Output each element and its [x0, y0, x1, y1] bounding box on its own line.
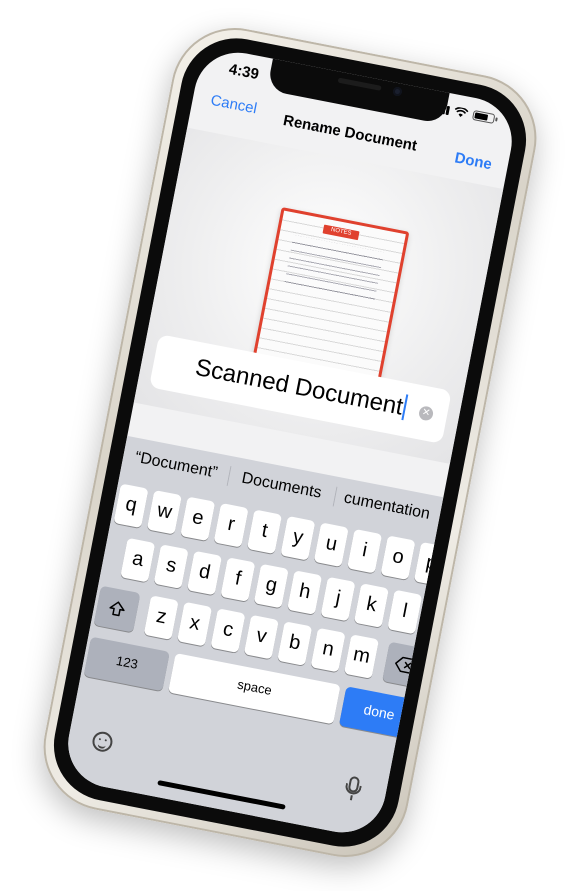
phone-frame: 4:39 Cancel Rename Document Done NOTES S…	[32, 17, 548, 868]
backspace-icon	[395, 656, 417, 675]
backspace-key[interactable]	[382, 641, 430, 689]
key-y[interactable]: y	[280, 515, 316, 561]
keyboard: “Document” Documents cumentation q w e r…	[60, 435, 449, 840]
key-r[interactable]: r	[213, 502, 249, 548]
shift-key[interactable]	[93, 585, 141, 633]
status-time: 4:39	[227, 60, 261, 84]
key-p[interactable]: p	[413, 541, 449, 587]
key-x[interactable]: x	[177, 601, 213, 647]
keyboard-bottom-bar	[61, 710, 390, 840]
numbers-key[interactable]: 123	[83, 636, 170, 692]
key-w[interactable]: w	[146, 490, 182, 535]
key-e[interactable]: e	[180, 496, 216, 542]
key-v[interactable]: v	[243, 614, 279, 660]
key-j[interactable]: j	[320, 576, 356, 622]
speaker	[337, 77, 382, 91]
key-t[interactable]: t	[246, 509, 283, 555]
key-q[interactable]: q	[113, 483, 149, 529]
wifi-icon	[454, 107, 469, 118]
key-o[interactable]: o	[380, 535, 416, 581]
key-z[interactable]: z	[143, 595, 179, 640]
key-d[interactable]: d	[186, 550, 223, 596]
key-s[interactable]: s	[153, 544, 189, 589]
notes-tab-label: NOTES	[322, 224, 360, 241]
key-b[interactable]: b	[277, 621, 313, 666]
microphone-icon[interactable]	[347, 775, 361, 801]
key-f[interactable]: f	[220, 557, 256, 602]
phone-screen: 4:39 Cancel Rename Document Done NOTES S…	[60, 45, 520, 840]
key-l[interactable]: l	[387, 589, 423, 635]
front-camera	[392, 86, 403, 97]
handwriting	[284, 234, 384, 302]
key-k[interactable]: k	[353, 583, 389, 628]
emoji-icon[interactable]	[90, 729, 115, 754]
battery-icon	[471, 109, 496, 124]
key-m[interactable]: m	[343, 634, 380, 679]
key-h[interactable]: h	[287, 570, 323, 615]
phone-bezel: 4:39 Cancel Rename Document Done NOTES S…	[44, 28, 536, 857]
key-a[interactable]: a	[120, 537, 156, 583]
key-n[interactable]: n	[310, 627, 346, 673]
shift-icon	[109, 601, 125, 617]
keyboard-done-key[interactable]: done	[338, 686, 420, 740]
key-i[interactable]: i	[347, 528, 383, 574]
key-c[interactable]: c	[210, 608, 246, 653]
key-u[interactable]: u	[313, 522, 349, 568]
home-indicator[interactable]	[157, 780, 286, 810]
key-g[interactable]: g	[253, 563, 289, 609]
